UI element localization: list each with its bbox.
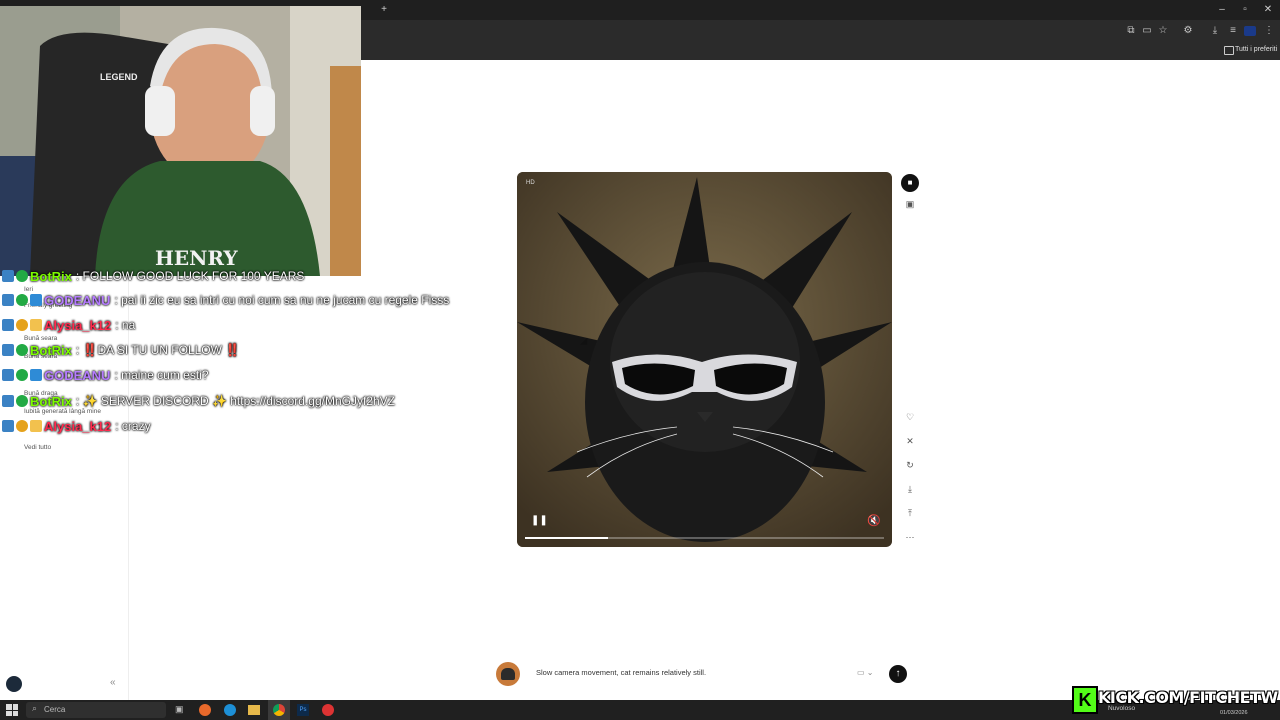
close-window-button[interactable]: ✕ (1258, 0, 1278, 20)
maximize-button[interactable]: ▫ (1235, 0, 1255, 20)
gift-badge-icon (30, 319, 42, 331)
obs-icon[interactable] (322, 704, 334, 716)
progress-track[interactable] (525, 537, 884, 539)
chat-text: : na (115, 318, 136, 332)
webcam-image (0, 6, 361, 276)
image-mode-icon[interactable]: ▣ (903, 197, 917, 211)
chat-username: GODEANU (44, 292, 111, 308)
gift-badge-icon (30, 420, 42, 432)
verified-badge-icon (16, 294, 28, 306)
moderator-badge-icon (2, 420, 14, 432)
chat-text: : ✨ SERVER DISCORD ✨ https://discord.gg/… (75, 394, 395, 408)
send-button[interactable]: ↑ (889, 665, 907, 683)
file-explorer-icon[interactable] (248, 705, 260, 715)
chair-brand-text: LEGEND (100, 72, 138, 82)
chat-message: BotRix : FOLLOW GOOD LUCK FOR 100 YEARS (2, 266, 304, 286)
repeat-icon[interactable]: ↻ (903, 458, 917, 472)
verified-badge-icon (16, 270, 28, 282)
chat-text: : crazy (115, 419, 151, 433)
video-settings-dropdown[interactable]: ▭ ⌄ (857, 668, 873, 677)
new-tab-button[interactable]: + (374, 0, 394, 20)
chat-message: Alysia_k12 : crazy (2, 416, 151, 436)
firefox-icon[interactable] (199, 704, 211, 716)
start-icon[interactable] (6, 704, 18, 716)
pause-button[interactable]: ❚❚ (531, 515, 548, 526)
quality-badge: HD (526, 180, 535, 186)
media-icon[interactable]: ≡ (1226, 24, 1240, 38)
verified-badge-icon (16, 395, 28, 407)
moderator-badge-icon (2, 270, 14, 282)
video-mode-icon[interactable]: ■ (901, 174, 919, 192)
gem-badge-icon (30, 294, 42, 306)
chat-text: : maine cum esti? (114, 368, 209, 382)
gem-badge-icon (30, 369, 42, 381)
menu-icon[interactable]: ⋮ (1262, 24, 1276, 38)
chat-message: GODEANU : pai ii zic eu sa intri cu noi … (2, 290, 449, 310)
share-icon[interactable]: ⤒ (903, 506, 917, 520)
moderator-badge-icon (2, 319, 14, 331)
chat-username: Alysia_k12 (44, 317, 112, 333)
moderator-badge-icon (2, 344, 14, 356)
heart-icon[interactable]: ♡ (903, 410, 917, 424)
minimize-button[interactable]: – (1212, 0, 1232, 20)
chat-username: BotRix (30, 268, 72, 284)
more-icon[interactable]: ⋯ (903, 530, 917, 544)
profile-avatar[interactable] (1244, 26, 1256, 36)
user-avatar[interactable] (6, 676, 22, 692)
chat-username: BotRix (30, 393, 72, 409)
collapse-sidebar-button[interactable]: « (110, 677, 116, 688)
edge-icon[interactable] (224, 704, 236, 716)
moderator-badge-icon (2, 294, 14, 306)
prompt-input[interactable]: Slow camera movement, cat remains relati… (536, 668, 706, 677)
progress-fill (525, 537, 608, 539)
chat-username: GODEANU (44, 367, 111, 383)
sub-badge-icon (16, 420, 28, 432)
task-view-icon[interactable]: ▣ (175, 704, 184, 715)
translate-icon[interactable]: ⧉ (1124, 24, 1138, 38)
x-icon[interactable]: ✕ (903, 434, 917, 448)
see-all-link[interactable]: Vedi tutto (24, 444, 51, 451)
moderator-badge-icon (2, 395, 14, 407)
verified-badge-icon (16, 344, 28, 356)
kick-logo-icon: K (1072, 686, 1098, 714)
moderator-badge-icon (2, 369, 14, 381)
chat-text: : FOLLOW GOOD LUCK FOR 100 YEARS (75, 269, 305, 283)
generated-video[interactable]: ❚❚ 🔇 (517, 172, 892, 547)
chat-message: Alysia_k12 : na (2, 315, 135, 335)
search-placeholder: Cerca (44, 705, 66, 714)
taskbar-search[interactable]: ⌕ Cerca (26, 702, 166, 718)
cast-icon[interactable]: ▭ (1140, 24, 1154, 38)
sub-badge-icon (16, 319, 28, 331)
photoshop-icon[interactable]: Ps (297, 704, 309, 716)
kick-url: KICK.COM/FITCHETW (1098, 688, 1278, 707)
prompt-thumbnail[interactable] (496, 662, 520, 686)
verified-badge-icon (16, 369, 28, 381)
chat-username: BotRix (30, 342, 72, 358)
chat-text: : pai ii zic eu sa intri cu noi cum sa n… (114, 293, 450, 307)
star-icon[interactable]: ☆ (1156, 24, 1170, 38)
chat-username: Alysia_k12 (44, 418, 112, 434)
chat-message: GODEANU : maine cum esti? (2, 365, 209, 385)
chrome-taskbar-item[interactable] (268, 700, 290, 720)
bookmarks-all-label[interactable]: Tutti i preferiti (1235, 44, 1277, 56)
folder-icon (1224, 46, 1234, 55)
download-icon[interactable]: ⤓ (903, 482, 917, 496)
extensions-icon[interactable]: ⚙ (1181, 24, 1195, 38)
mute-button[interactable]: 🔇 (867, 514, 881, 527)
download-icon[interactable]: ⤓ (1208, 24, 1222, 38)
search-icon: ⌕ (32, 703, 38, 713)
chat-message: BotRix : ✨ SERVER DISCORD ✨ https://disc… (2, 391, 395, 411)
chat-text: : ‼️DA SI TU UN FOLLOW ‼️ (75, 343, 241, 357)
cat-video-frame (517, 172, 892, 547)
webcam-overlay: LEGEND HENRY (0, 6, 361, 276)
chat-message: BotRix : ‼️DA SI TU UN FOLLOW ‼️ (2, 340, 240, 360)
